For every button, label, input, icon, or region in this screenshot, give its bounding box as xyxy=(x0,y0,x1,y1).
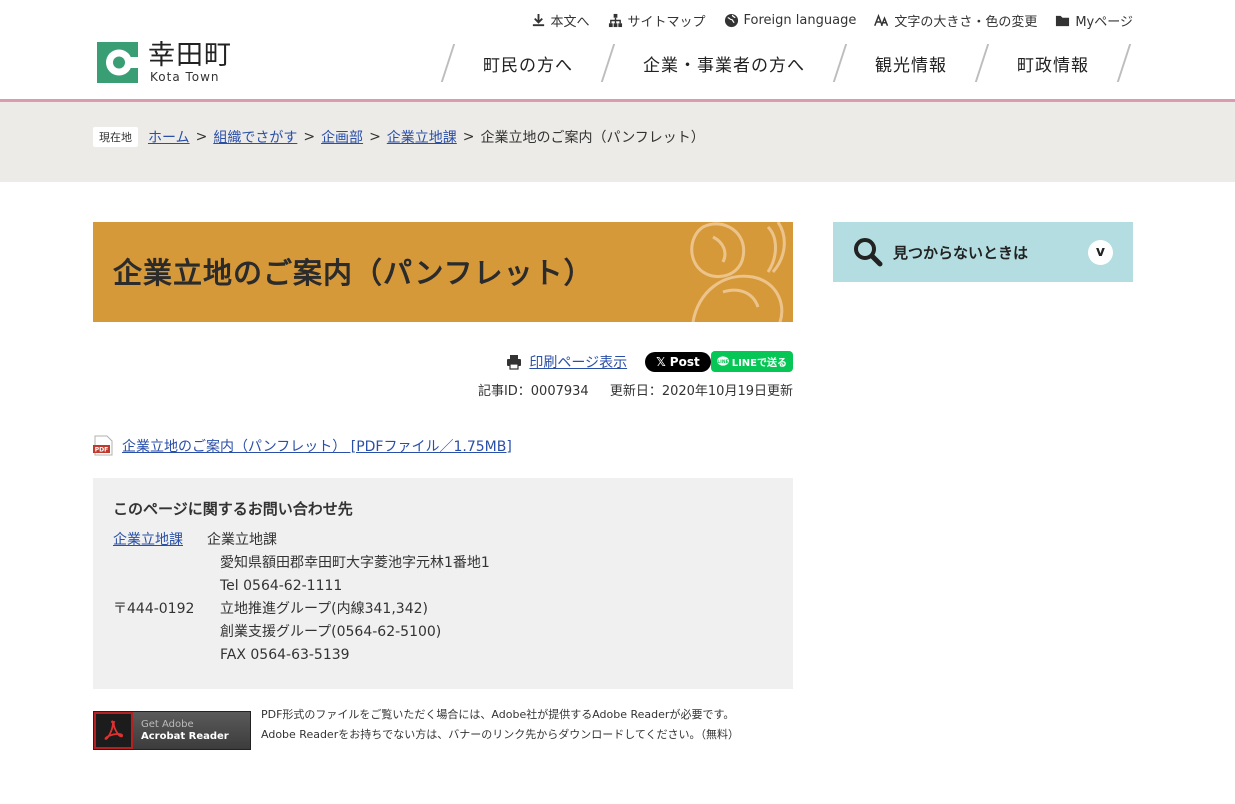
print-page-link[interactable]: 印刷ページ表示 xyxy=(506,352,627,372)
not-found-help-label: 見つからないときは xyxy=(893,243,1029,262)
breadcrumb: 現在地 ホーム > 組織でさがす > 企画部 > 企業立地課 > 企業立地のご案… xyxy=(93,127,705,147)
contact-group-1: 立地推進グループ(内線341,342) xyxy=(220,601,428,617)
site-name-en: Kota Town xyxy=(150,69,220,84)
line-logo-icon: LINE xyxy=(716,356,729,366)
nav-item-town-government[interactable]: 町政情報 xyxy=(985,51,1121,76)
nav-item-tourism[interactable]: 観光情報 xyxy=(843,51,979,76)
my-page-link[interactable]: Myページ xyxy=(1055,11,1133,30)
printer-icon xyxy=(507,354,522,370)
download-icon xyxy=(532,13,544,27)
site-name: 幸田町 xyxy=(148,39,232,71)
pdf-download-row: PDF 企業立地のご案内（パンフレット） [PDFファイル／1.75MB] xyxy=(93,435,793,456)
adobe-banner-line-1: Get Adobe xyxy=(141,718,194,730)
page-tools: 印刷ページ表示 𝕏 Post LINE LINEで送る xyxy=(93,351,793,372)
breadcrumb-separator: > xyxy=(303,129,316,145)
adobe-notice-text: PDF形式のファイルをご覧いただく場合には、Adobe社が提供するAdobe R… xyxy=(261,705,739,750)
global-nav: 町民の方へ 企業・事業者の方へ 観光情報 町政情報 xyxy=(440,44,1132,82)
utility-nav: 本文へ サイトマップ Foreign language 文字の大きさ・色の変更 … xyxy=(531,11,1133,30)
x-post-button[interactable]: 𝕏 Post xyxy=(645,351,711,372)
breadcrumb-bar: 現在地 ホーム > 組織でさがす > 企画部 > 企業立地課 > 企業立地のご案… xyxy=(0,102,1235,182)
adobe-notice-line-1: PDF形式のファイルをご覧いただく場合には、Adobe社が提供するAdobe R… xyxy=(261,708,735,721)
breadcrumb-business-location-div[interactable]: 企業立地課 xyxy=(387,127,457,147)
breadcrumb-home[interactable]: ホーム xyxy=(148,127,190,147)
svg-text:LINE: LINE xyxy=(717,359,728,365)
x-logo-icon: 𝕏 xyxy=(656,354,666,369)
chevron-down-icon[interactable]: v xyxy=(1088,239,1113,265)
site-logo[interactable]: 幸田町 Kota Town xyxy=(95,40,232,85)
contact-fax: FAX 0564-63-5139 xyxy=(220,647,350,663)
page-title: 企業立地のご案内（パンフレット） xyxy=(113,256,594,290)
search-icon xyxy=(854,238,883,267)
breadcrumb-separator: > xyxy=(462,129,475,145)
sitemap-icon xyxy=(608,13,622,28)
main-content: 企業立地のご案内（パンフレット） 印刷ページ表示 𝕏 Post LINE LIN… xyxy=(93,222,793,750)
contact-group-2: 創業支援グループ(0564-62-5100) xyxy=(220,624,442,640)
updated-date: 更新日：2020年10月19日更新 xyxy=(609,384,793,399)
x-post-label: Post xyxy=(669,354,700,369)
contact-dept-link[interactable]: 企業立地課 xyxy=(113,529,207,552)
skip-to-content-label: 本文へ xyxy=(550,15,590,30)
nav-item-businesses[interactable]: 企業・事業者の方へ xyxy=(611,51,837,76)
adobe-banner-line-2: Acrobat Reader xyxy=(141,730,229,742)
foreign-language-label: Foreign language xyxy=(743,13,857,28)
contact-details: 企業立地課 企業立地課 愛知県額田郡幸田町大字菱池字元林1番地1 Tel 056… xyxy=(113,529,773,667)
adobe-notice-line-2: Adobe Readerをお持ちでない方は、バナーのリンク先からダウンロードして… xyxy=(261,728,740,741)
folder-icon xyxy=(1056,15,1070,27)
site-header: 本文へ サイトマップ Foreign language 文字の大きさ・色の変更 … xyxy=(0,0,1235,102)
fruit-decoration-icon xyxy=(690,222,786,322)
pdf-download-link[interactable]: 企業立地のご案内（パンフレット） [PDFファイル／1.75MB] xyxy=(122,436,512,456)
contact-tel: Tel 0564-62-1111 xyxy=(220,578,343,594)
contact-postal-code: 〒444-0192 xyxy=(113,601,195,617)
contact-box: このページに関するお問い合わせ先 企業立地課 企業立地課 愛知県額田郡幸田町大字… xyxy=(93,478,793,689)
adobe-banner-text: Get Adobe Acrobat Reader xyxy=(141,719,229,743)
sitemap-label: サイトマップ xyxy=(627,15,706,30)
text-size-label: 文字の大きさ・色の変更 xyxy=(894,15,1038,30)
site-logo-text: 幸田町 Kota Town xyxy=(148,39,232,84)
breadcrumb-here-label: 現在地 xyxy=(93,127,138,147)
line-share-label: LINEで送る xyxy=(731,358,787,369)
globe-icon xyxy=(724,13,738,28)
text-size-link[interactable]: 文字の大きさ・色の変更 xyxy=(874,11,1037,30)
text-size-icon xyxy=(874,13,889,27)
article-id: 記事ID：0007934 xyxy=(477,384,589,399)
contact-heading: このページに関するお問い合わせ先 xyxy=(113,500,353,518)
acrobat-logo-icon xyxy=(94,712,133,749)
contact-dept-name: 企業立地課 xyxy=(207,532,277,548)
breadcrumb-separator: > xyxy=(369,129,381,145)
sitemap-link[interactable]: サイトマップ xyxy=(608,11,706,30)
skip-to-content-link[interactable]: 本文へ xyxy=(531,11,590,30)
my-page-label: Myページ xyxy=(1075,15,1133,30)
svg-text:PDF: PDF xyxy=(95,447,108,454)
contact-spacer xyxy=(113,621,207,644)
breadcrumb-planning-dept[interactable]: 企画部 xyxy=(321,127,363,147)
line-share-button[interactable]: LINE LINEで送る xyxy=(710,351,793,372)
contact-spacer xyxy=(113,575,207,598)
page-title-band: 企業立地のご案内（パンフレット） xyxy=(93,222,793,322)
contact-spacer xyxy=(113,552,207,575)
adobe-reader-notice: Get Adobe Acrobat Reader PDF形式のファイルをご覧いた… xyxy=(93,708,793,750)
breadcrumb-current: 企業立地のご案内（パンフレット） xyxy=(480,130,705,146)
contact-spacer xyxy=(113,644,207,667)
breadcrumb-search-by-org[interactable]: 組織でさがす xyxy=(213,127,297,147)
not-found-help-panel[interactable]: 見つからないときは v xyxy=(833,222,1133,282)
contact-address: 愛知県額田郡幸田町大字菱池字元林1番地1 xyxy=(220,555,490,571)
foreign-language-link[interactable]: Foreign language xyxy=(724,11,857,30)
pdf-file-icon: PDF xyxy=(93,435,113,456)
get-adobe-reader-banner[interactable]: Get Adobe Acrobat Reader xyxy=(93,711,251,750)
print-page-label[interactable]: 印刷ページ表示 xyxy=(529,352,627,372)
town-emblem-icon xyxy=(97,42,140,83)
nav-item-residents[interactable]: 町民の方へ xyxy=(451,51,605,76)
article-meta: 記事ID：0007934 更新日：2020年10月19日更新 xyxy=(93,380,793,399)
breadcrumb-separator: > xyxy=(195,129,208,145)
